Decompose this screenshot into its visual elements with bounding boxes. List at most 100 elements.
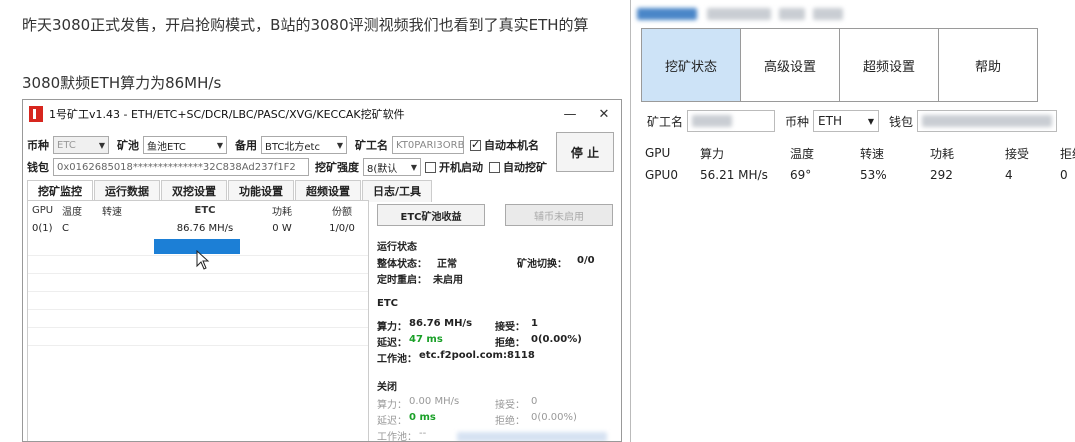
col-temp: 温度 bbox=[790, 146, 815, 161]
chevron-down-icon: ▼ bbox=[867, 116, 875, 126]
latency2-label: 延迟： bbox=[377, 416, 407, 427]
run-status-heading: 运行状态 bbox=[377, 242, 417, 253]
col-gpu: GPU bbox=[645, 146, 671, 160]
latency-value: 47 ms bbox=[409, 334, 443, 345]
auto-name-label: 自动本机名 bbox=[484, 139, 539, 152]
worker-name-label: 矿工名 bbox=[355, 139, 388, 152]
cell-rejected: 0 bbox=[1060, 168, 1068, 182]
cell-gpu: GPU0 bbox=[645, 168, 678, 182]
dual-coin-button[interactable]: 辅币未启用 bbox=[505, 204, 613, 226]
intensity-select[interactable]: 8(默认 ▼ bbox=[363, 158, 421, 176]
tab-mining-status[interactable]: 挖矿状态 bbox=[641, 28, 741, 102]
col-etc: ETC bbox=[194, 204, 216, 216]
cell-power: 292 bbox=[930, 168, 953, 182]
col-power: 功耗 bbox=[272, 206, 292, 218]
config-row: 矿工名 币种 ETH ▼ 钱包 bbox=[647, 110, 1058, 132]
table-row[interactable]: 0(1) C 86.76 MH/s 0 W 1/0/0 bbox=[28, 219, 368, 237]
tab-dual-mining[interactable]: 双挖设置 bbox=[161, 180, 227, 202]
col-shares: 份额 bbox=[332, 206, 352, 218]
gpu-table: GPU 算力 温度 转速 功耗 接受 拒绝 GPU0 56.21 MH/s 69… bbox=[645, 142, 1075, 186]
col-gpu: GPU bbox=[32, 204, 54, 216]
chevron-down-icon: ▼ bbox=[410, 162, 417, 172]
chevron-down-icon: ▼ bbox=[336, 140, 343, 150]
coin-select[interactable]: ETC ▼ bbox=[53, 136, 109, 154]
pool-income-button[interactable]: ETC矿池收益 bbox=[377, 204, 485, 226]
tab-bar: 挖矿状态 高级设置 超频设置 帮助 bbox=[641, 28, 1038, 102]
wallet-label: 钱包 bbox=[889, 114, 914, 129]
chevron-down-icon: ▼ bbox=[216, 140, 223, 150]
auto-mine-checkbox[interactable] bbox=[489, 161, 500, 173]
intensity-label: 挖矿强度 bbox=[315, 161, 359, 174]
tab-run-data[interactable]: 运行数据 bbox=[94, 180, 160, 202]
wallet-input[interactable] bbox=[917, 110, 1058, 132]
worker-name-input[interactable] bbox=[687, 110, 776, 132]
wallet-input[interactable]: 0x0162685018**************32C838Ad237f1F… bbox=[53, 158, 309, 176]
table-row[interactable]: GPU0 56.21 MH/s 69° 53% 292 4 0 bbox=[645, 164, 1075, 186]
accepted-label: 接受： bbox=[495, 322, 525, 333]
tab-mining-monitor[interactable]: 挖矿监控 bbox=[27, 180, 93, 202]
grid-header: GPU 温度 转速 ETC 功耗 份额 bbox=[28, 201, 368, 219]
cell-gpu: 0(1) bbox=[32, 222, 53, 234]
col-accepted: 接受 bbox=[1005, 146, 1030, 161]
latency2-value: 0 ms bbox=[409, 412, 436, 423]
tab-function-settings[interactable]: 功能设置 bbox=[228, 180, 294, 202]
timer-restart-value: 未启用 bbox=[433, 275, 463, 286]
rejected-value: 0(0.00%) bbox=[531, 334, 582, 345]
boot-start-checkbox[interactable] bbox=[425, 161, 436, 173]
minimize-button[interactable]: — bbox=[553, 107, 587, 122]
pool-value: 鱼池ETC bbox=[147, 141, 186, 153]
latency-label: 延迟： bbox=[377, 338, 407, 349]
redacted-value bbox=[922, 115, 1053, 127]
tab-advanced-settings[interactable]: 高级设置 bbox=[740, 28, 840, 102]
pool-switch-value: 0/0 bbox=[577, 255, 595, 266]
auto-name-checkbox[interactable] bbox=[470, 138, 481, 151]
coin-value: ETC bbox=[57, 139, 76, 151]
closed-section-heading: 关闭 bbox=[377, 382, 397, 393]
col-power: 功耗 bbox=[930, 146, 955, 161]
redacted-value bbox=[692, 115, 733, 127]
redacted-area bbox=[457, 432, 607, 441]
worker-name-label: 矿工名 bbox=[647, 114, 684, 129]
cell-power: 0 W bbox=[272, 222, 292, 234]
hashrate2-value: 0.00 MH/s bbox=[409, 396, 460, 407]
hashrate-value: 86.76 MH/s bbox=[409, 318, 473, 329]
close-button[interactable]: ✕ bbox=[587, 107, 621, 122]
article-paragraph: 昨天3080正式发售，开启抢购模式，B站的3080评测视频我们也看到了真实ETH… bbox=[22, 16, 589, 34]
tab-bar: 挖矿监控 运行数据 双挖设置 功能设置 超频设置 日志/工具 bbox=[27, 180, 433, 202]
accepted2-value: 0 bbox=[531, 396, 538, 407]
auto-mine-label: 自动挖矿 bbox=[503, 161, 547, 174]
timer-restart-label: 定时重启： bbox=[377, 275, 427, 286]
tab-overclock-settings[interactable]: 超频设置 bbox=[839, 28, 939, 102]
coin-select[interactable]: ETH ▼ bbox=[813, 110, 880, 132]
tab-log-tools[interactable]: 日志/工具 bbox=[362, 180, 433, 202]
cell-fan: 53% bbox=[860, 168, 887, 182]
cell-temp: C bbox=[62, 222, 69, 234]
stop-button[interactable]: 停 止 bbox=[556, 132, 614, 172]
pool-select[interactable]: 鱼池ETC ▼ bbox=[143, 136, 227, 154]
grid-line bbox=[28, 309, 368, 310]
redacted-title bbox=[637, 8, 697, 20]
grid-line bbox=[28, 327, 368, 328]
intensity-value: 8(默认 bbox=[367, 163, 398, 175]
cell-temp: 69° bbox=[790, 168, 812, 182]
backup-pool-select[interactable]: BTC北方etc ▼ bbox=[261, 136, 347, 154]
title-bar: 1号矿工v1.43 - ETH/ETC+SC/DCR/LBC/PASC/XVG/… bbox=[23, 100, 621, 128]
overall-status-value: 正常 bbox=[437, 259, 457, 270]
worker-name-input[interactable]: KT0PARI3ORB bbox=[392, 136, 464, 154]
rejected-label: 拒绝： bbox=[495, 338, 525, 349]
wallet-label: 钱包 bbox=[27, 161, 49, 174]
window-title: 1号矿工v1.43 - ETH/ETC+SC/DCR/LBC/PASC/XVG/… bbox=[49, 108, 405, 121]
tab-overclock[interactable]: 超频设置 bbox=[295, 180, 361, 202]
col-rejected: 拒绝 bbox=[1060, 146, 1075, 161]
work-pool-value: etc.f2pool.com:8118 bbox=[419, 350, 535, 361]
article-subtitle: 3080默频ETH算力为86MH/s bbox=[22, 74, 222, 92]
cell-accepted: 4 bbox=[1005, 168, 1013, 182]
miner-window-1: 1号矿工v1.43 - ETH/ETC+SC/DCR/LBC/PASC/XVG/… bbox=[22, 99, 622, 442]
config-row-1: 币种 ETC ▼ 矿池 鱼池ETC ▼ 备用 BTC北方etc ▼ 矿工名 KT0PA… bbox=[27, 136, 545, 154]
col-fan: 转速 bbox=[102, 206, 122, 218]
coin-value: ETH bbox=[818, 114, 842, 128]
redacted-title bbox=[707, 8, 771, 20]
backup-pool-label: 备用 bbox=[235, 139, 257, 152]
pool-label: 矿池 bbox=[117, 139, 139, 152]
tab-help[interactable]: 帮助 bbox=[938, 28, 1038, 102]
